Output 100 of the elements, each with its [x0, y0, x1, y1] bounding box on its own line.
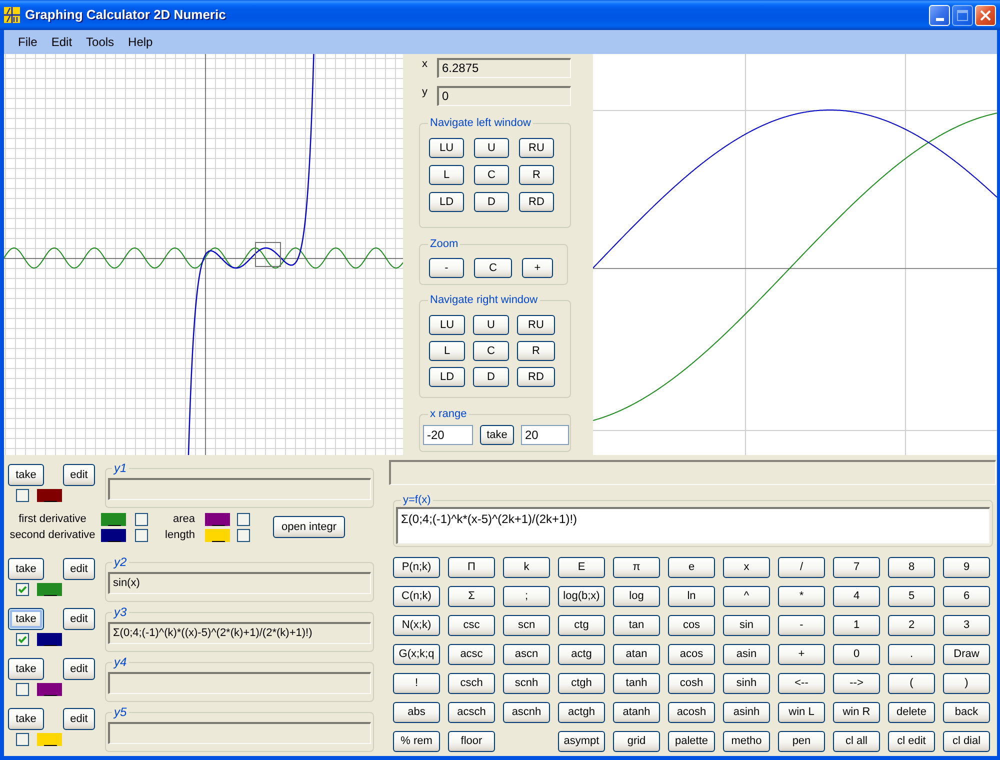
- key-button[interactable]: C(n;k): [393, 586, 440, 607]
- navigate-button[interactable]: C: [473, 341, 509, 361]
- navigate-button[interactable]: C: [474, 165, 509, 185]
- checkbox[interactable]: [135, 528, 148, 542]
- key-button[interactable]: +: [778, 644, 825, 665]
- key-button[interactable]: palette: [668, 731, 715, 752]
- key-button[interactable]: csch: [448, 673, 495, 694]
- edit-button[interactable]: edit: [63, 464, 95, 486]
- key-button[interactable]: -: [778, 615, 825, 636]
- key-button[interactable]: Π: [448, 557, 495, 578]
- key-button[interactable]: cl dial: [943, 731, 990, 752]
- key-button[interactable]: 1: [833, 615, 880, 636]
- key-button[interactable]: win L: [778, 702, 825, 723]
- color-swatch-icon[interactable]: [205, 512, 230, 526]
- key-button[interactable]: 6: [943, 586, 990, 607]
- navigate-button[interactable]: LU: [429, 138, 464, 158]
- checkbox[interactable]: [16, 489, 29, 502]
- checkbox[interactable]: [16, 683, 29, 696]
- take-button[interactable]: take: [8, 658, 44, 680]
- function-field[interactable]: [108, 722, 371, 744]
- key-button[interactable]: log: [613, 586, 660, 607]
- key-button[interactable]: 8: [888, 557, 935, 578]
- navigate-button[interactable]: L: [429, 165, 464, 185]
- key-button[interactable]: cl all: [833, 731, 880, 752]
- key-button[interactable]: ascn: [503, 644, 550, 665]
- key-button[interactable]: acsc: [448, 644, 495, 665]
- menu-item[interactable]: Edit: [44, 32, 80, 52]
- zoom-button[interactable]: +: [522, 258, 553, 278]
- key-button[interactable]: 9: [943, 557, 990, 578]
- key-button[interactable]: tanh: [613, 673, 660, 694]
- key-button[interactable]: ascnh: [503, 702, 550, 723]
- key-button[interactable]: ): [943, 673, 990, 694]
- key-button[interactable]: asympt: [558, 731, 605, 752]
- key-button[interactable]: pen: [778, 731, 825, 752]
- key-button[interactable]: 7: [833, 557, 880, 578]
- key-button[interactable]: back: [943, 702, 990, 723]
- checkbox[interactable]: [16, 633, 29, 646]
- expression-field[interactable]: Σ(0;4;(-1)^k*(x-5)^(2k+1)/(2k+1)!): [396, 507, 990, 544]
- key-button[interactable]: sin: [723, 615, 770, 636]
- key-button[interactable]: *: [778, 586, 825, 607]
- navigate-button[interactable]: L: [429, 341, 465, 361]
- key-button[interactable]: metho: [723, 731, 770, 752]
- key-button[interactable]: <--: [778, 673, 825, 694]
- navigate-button[interactable]: RU: [517, 315, 555, 335]
- color-swatch-icon[interactable]: [37, 633, 62, 646]
- color-swatch-icon[interactable]: [37, 683, 62, 696]
- color-swatch-icon[interactable]: [205, 528, 230, 542]
- navigate-button[interactable]: LD: [429, 192, 464, 212]
- key-button[interactable]: ctgh: [558, 673, 605, 694]
- close-button[interactable]: [975, 4, 996, 26]
- edit-button[interactable]: edit: [63, 608, 95, 630]
- range-from-field[interactable]: -20: [423, 425, 473, 445]
- take-button[interactable]: take: [480, 425, 514, 445]
- key-button[interactable]: x: [723, 557, 770, 578]
- navigate-button[interactable]: D: [473, 367, 509, 387]
- function-field[interactable]: [108, 478, 371, 500]
- zoom-button[interactable]: -: [429, 258, 464, 278]
- key-button[interactable]: acos: [668, 644, 715, 665]
- key-button[interactable]: csc: [448, 615, 495, 636]
- key-button[interactable]: win R: [833, 702, 880, 723]
- navigate-button[interactable]: LD: [429, 367, 465, 387]
- navigate-button[interactable]: RU: [519, 138, 554, 158]
- navigate-button[interactable]: U: [474, 138, 509, 158]
- key-button[interactable]: Draw: [943, 644, 990, 665]
- key-button[interactable]: asin: [723, 644, 770, 665]
- key-button[interactable]: (: [888, 673, 935, 694]
- edit-button[interactable]: edit: [63, 558, 95, 580]
- key-button[interactable]: π: [613, 557, 660, 578]
- color-swatch-icon[interactable]: [37, 733, 62, 746]
- key-button[interactable]: scnh: [503, 673, 550, 694]
- function-field[interactable]: Σ(0;4;(-1)^(k)*((x)-5)^(2*(k)+1)/(2*(k)+1)!): [108, 622, 371, 644]
- key-button[interactable]: !: [393, 673, 440, 694]
- key-button[interactable]: 5: [888, 586, 935, 607]
- navigate-button[interactable]: LU: [429, 315, 465, 335]
- key-button[interactable]: log(b;x): [558, 586, 605, 607]
- color-swatch-icon[interactable]: [37, 583, 62, 596]
- key-button[interactable]: scn: [503, 615, 550, 636]
- key-button[interactable]: 4: [833, 586, 880, 607]
- key-button[interactable]: N(x;k): [393, 615, 440, 636]
- key-button[interactable]: atanh: [613, 702, 660, 723]
- open-integral-button[interactable]: open integr: [273, 516, 345, 538]
- checkbox[interactable]: [135, 512, 148, 526]
- navigate-button[interactable]: RD: [517, 367, 555, 387]
- key-button[interactable]: .: [888, 644, 935, 665]
- key-button[interactable]: delete: [888, 702, 935, 723]
- key-button[interactable]: 0: [833, 644, 880, 665]
- minimize-button[interactable]: [929, 4, 950, 26]
- function-field[interactable]: [108, 672, 371, 694]
- take-button[interactable]: take: [8, 608, 44, 630]
- navigate-button[interactable]: D: [474, 192, 509, 212]
- key-button[interactable]: cos: [668, 615, 715, 636]
- zoom-button[interactable]: C: [474, 258, 512, 278]
- key-button[interactable]: cosh: [668, 673, 715, 694]
- key-button[interactable]: ^: [723, 586, 770, 607]
- edit-button[interactable]: edit: [63, 708, 95, 730]
- range-to-field[interactable]: 20: [521, 425, 569, 445]
- key-button[interactable]: -->: [833, 673, 880, 694]
- menu-item[interactable]: Tools: [79, 32, 122, 52]
- key-button[interactable]: grid: [613, 731, 660, 752]
- key-button[interactable]: ;: [503, 586, 550, 607]
